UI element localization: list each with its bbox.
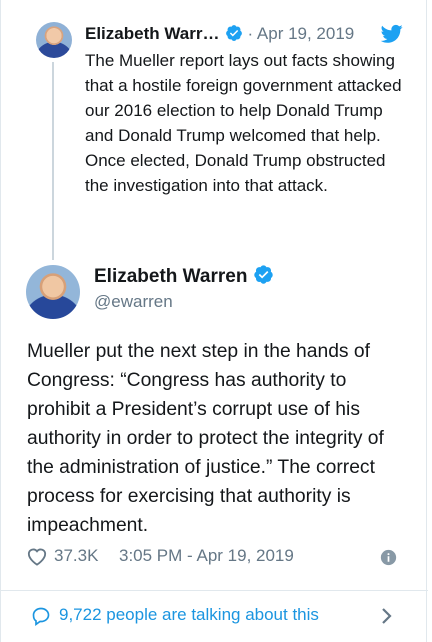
info-icon[interactable] — [380, 549, 397, 571]
author-name[interactable]: Elizabeth Warren — [94, 264, 274, 291]
talking-about-link[interactable]: 9,722 people are talking about this — [59, 605, 319, 625]
twitter-bird-icon[interactable] — [380, 24, 403, 49]
verified-badge-icon — [253, 264, 274, 291]
tweet-meta-row: 37.3K 3:05 PM - Apr 19, 2019 — [26, 544, 411, 568]
parent-tweet-date[interactable]: · Apr 19, 2019 — [247, 24, 354, 43]
divider — [1, 590, 428, 591]
chevron-right-icon[interactable] — [381, 607, 393, 630]
parent-avatar[interactable] — [36, 22, 72, 58]
speech-bubble-icon — [31, 606, 51, 631]
tweet-card: Elizabeth Warr… · Apr 19, 2019 The Muelle… — [0, 0, 428, 642]
parent-tweet-header: Elizabeth Warr… · Apr 19, 2019 — [85, 24, 405, 46]
parent-tweet-text: The Mueller report lays out facts showin… — [85, 51, 402, 195]
thread-connector-line — [52, 62, 54, 260]
like-count[interactable]: 37.3K — [54, 546, 98, 566]
author-handle[interactable]: @ewarren — [94, 292, 173, 312]
tweet-text: Mueller put the next step in the hands o… — [27, 341, 384, 536]
verified-badge-icon — [225, 24, 243, 47]
heart-icon[interactable] — [26, 546, 48, 571]
tweet-timestamp[interactable]: 3:05 PM - Apr 19, 2019 — [119, 546, 294, 566]
author-name-label: Elizabeth Warren — [94, 266, 248, 287]
author-avatar[interactable] — [26, 265, 80, 319]
parent-author-name[interactable]: Elizabeth Warr… — [85, 24, 219, 43]
